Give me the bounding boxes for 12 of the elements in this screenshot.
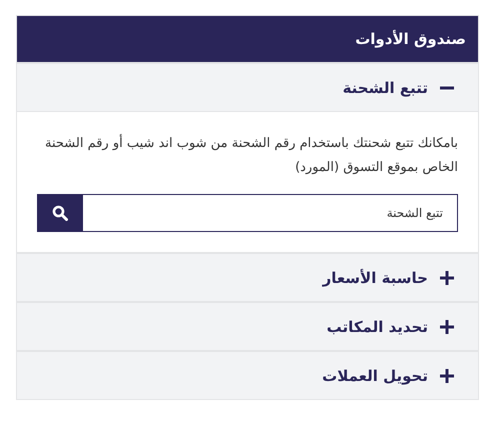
search-icon bbox=[52, 205, 68, 221]
plus-icon bbox=[440, 320, 454, 334]
accordion-header[interactable]: تحويل العملات bbox=[17, 352, 478, 399]
search-button[interactable] bbox=[37, 194, 83, 232]
accordion-header[interactable]: تتبع الشحنة bbox=[17, 64, 478, 112]
accordion-header[interactable]: تحديد المكاتب bbox=[17, 303, 478, 350]
plus-icon bbox=[440, 270, 454, 284]
search-field[interactable]: تتبع الشحنة bbox=[83, 194, 458, 232]
accordion-header[interactable]: حاسبة الأسعار bbox=[17, 254, 478, 301]
description-text: بامكانك تتبع شحنتك باستخدام رقم الشحنة من شوب اند شيب أو رقم الشحنة الخاص بموقع التسوق (المورد) bbox=[44, 133, 458, 177]
panel-title: صندوق الأدوات bbox=[17, 16, 478, 62]
plus-icon bbox=[440, 368, 454, 382]
